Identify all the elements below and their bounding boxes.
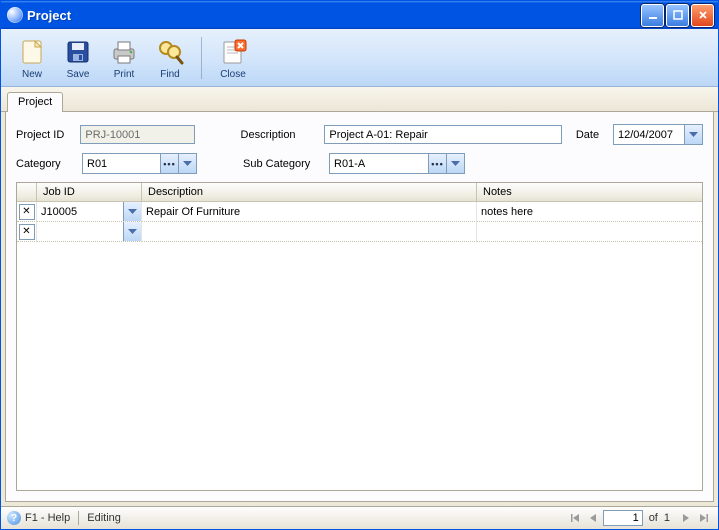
subcategory-label: Sub Category [243, 158, 321, 170]
category-combo[interactable]: ••• [82, 153, 197, 174]
chevron-down-icon[interactable] [123, 202, 141, 221]
delete-row-button[interactable]: ✕ [19, 224, 35, 240]
date-picker[interactable] [613, 124, 703, 145]
project-id-field[interactable] [80, 125, 195, 144]
chevron-down-icon[interactable] [446, 154, 464, 173]
status-bar: ? F1 - Help Editing of 1 [1, 506, 718, 529]
status-mode: Editing [87, 512, 121, 524]
grid-header-description[interactable]: Description [142, 183, 477, 201]
grid-header-delete [17, 183, 37, 201]
notes-cell[interactable]: notes here [477, 202, 702, 222]
window-title: Project [27, 8, 641, 23]
minimize-button[interactable] [641, 4, 664, 27]
find-icon [154, 36, 186, 68]
toolbar: New Save Print Find [1, 29, 718, 87]
grid-header-jobid[interactable]: Job ID [37, 183, 142, 201]
chevron-down-icon[interactable] [178, 154, 196, 173]
chevron-down-icon[interactable] [123, 222, 141, 241]
date-label: Date [576, 129, 605, 141]
lookup-icon[interactable]: ••• [428, 154, 446, 173]
project-id-label: Project ID [16, 129, 72, 141]
new-file-icon [16, 36, 48, 68]
date-input[interactable] [614, 129, 684, 141]
pager-current-input[interactable] [603, 510, 643, 526]
find-button[interactable]: Find [149, 33, 191, 82]
chevron-down-icon[interactable] [684, 125, 702, 144]
grid-body: ✕ J10005 Repair Of Furniture notes here … [17, 202, 702, 490]
delete-row-button[interactable]: ✕ [19, 204, 35, 220]
pager-last-button[interactable] [696, 510, 712, 526]
subcategory-combo[interactable]: ••• [329, 153, 465, 174]
description-cell[interactable] [142, 222, 477, 242]
pager-total: 1 [664, 512, 676, 524]
toolbar-separator [201, 37, 202, 79]
jobs-grid: Job ID Description Notes ✕ J10005 Repair… [16, 182, 703, 491]
pager-first-button[interactable] [567, 510, 583, 526]
description-field[interactable] [324, 125, 561, 144]
category-label: Category [16, 158, 74, 170]
table-row: ✕ J10005 Repair Of Furniture notes here [17, 202, 702, 222]
job-id-cell[interactable]: J10005 [37, 202, 142, 222]
status-help: F1 - Help [25, 512, 70, 524]
save-button[interactable]: Save [57, 33, 99, 82]
category-input[interactable] [83, 158, 160, 170]
grid-header: Job ID Description Notes [17, 183, 702, 202]
print-button[interactable]: Print [103, 33, 145, 82]
job-id-cell[interactable] [37, 222, 142, 242]
maximize-button[interactable] [666, 4, 689, 27]
app-icon [7, 7, 23, 23]
pager-next-button[interactable] [678, 510, 694, 526]
print-icon [108, 36, 140, 68]
tab-project[interactable]: Project [7, 92, 63, 112]
help-icon[interactable]: ? [7, 511, 21, 525]
grid-header-notes[interactable]: Notes [477, 183, 702, 201]
table-row: ✕ [17, 222, 702, 242]
project-window: { "window": { "title": "Project" }, "too… [0, 0, 719, 530]
subcategory-input[interactable] [330, 158, 428, 170]
content-panel: Project ID Description Date Category ••• [5, 112, 714, 502]
pager-of-label: of [645, 512, 662, 524]
pager-prev-button[interactable] [585, 510, 601, 526]
save-icon [62, 36, 94, 68]
tab-strip: Project [1, 87, 718, 112]
notes-cell[interactable] [477, 222, 702, 242]
new-button[interactable]: New [11, 33, 53, 82]
close-doc-icon [217, 36, 249, 68]
titlebar: Project [1, 1, 718, 29]
record-pager: of 1 [567, 510, 712, 526]
lookup-icon[interactable]: ••• [160, 154, 178, 173]
close-window-button[interactable] [691, 4, 714, 27]
window-buttons [641, 4, 714, 27]
description-cell[interactable]: Repair Of Furniture [142, 202, 477, 222]
description-label: Description [241, 129, 317, 141]
close-button[interactable]: Close [212, 33, 254, 82]
